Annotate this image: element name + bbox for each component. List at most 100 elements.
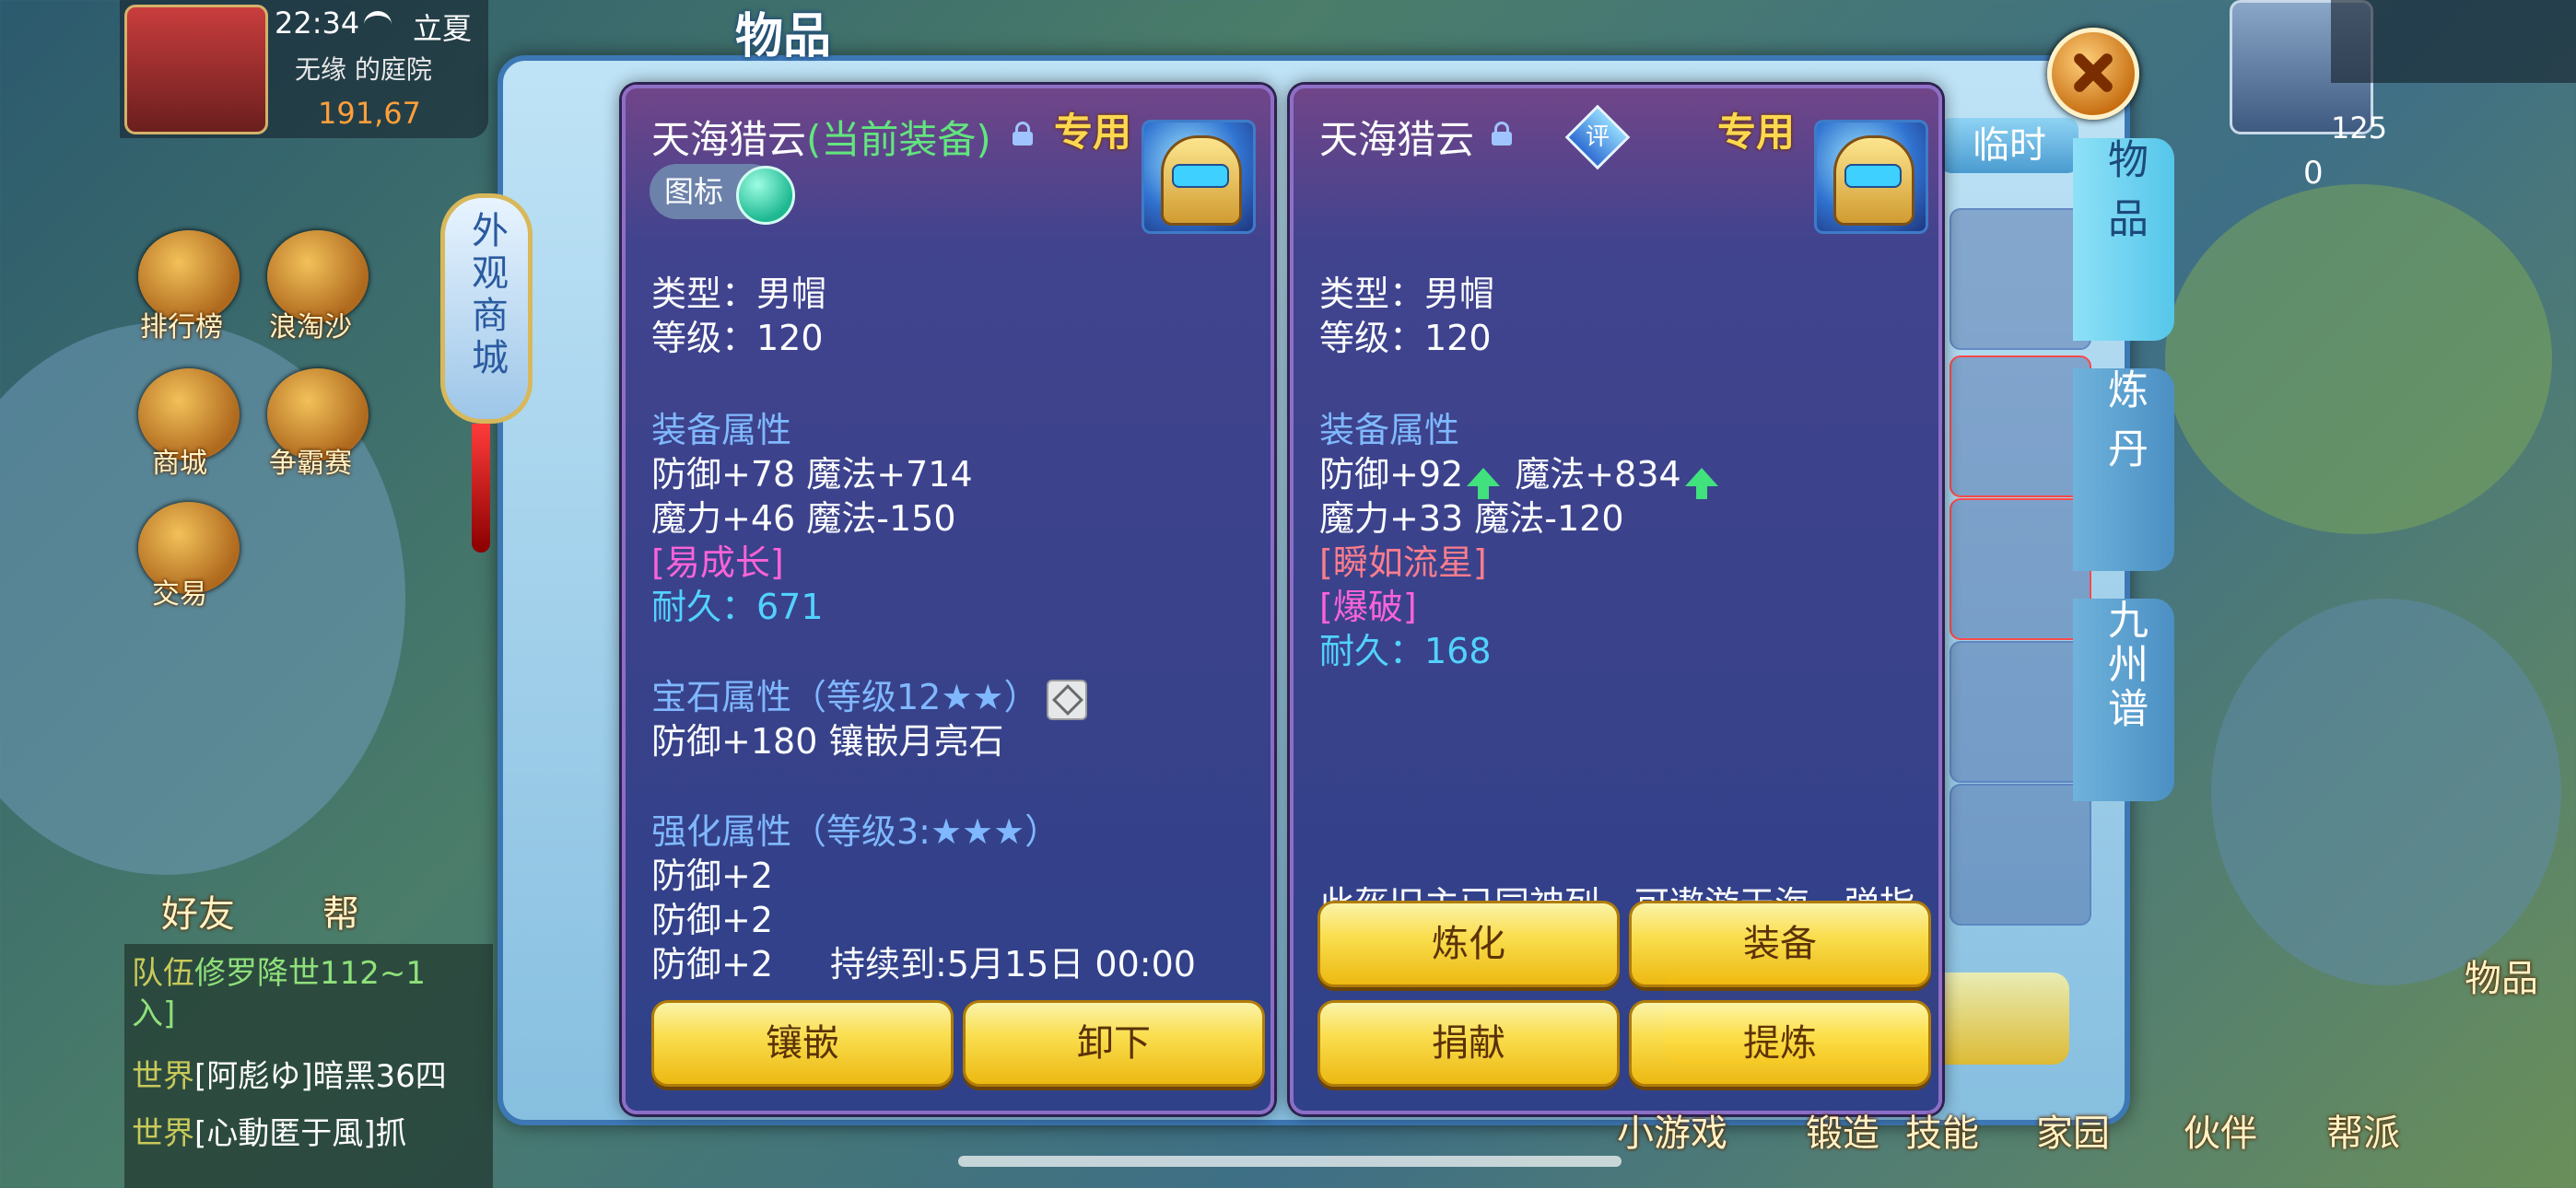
lock-icon	[1492, 122, 1512, 146]
place-name: 无缘 的庭院	[295, 54, 432, 85]
enhance-header: 强化属性（等级3:★★★）	[651, 811, 1060, 852]
skills-label[interactable]: 技能	[1905, 1103, 1979, 1157]
inventory-slot[interactable]	[1950, 498, 2091, 640]
donate-button[interactable]: 捐献	[1317, 1000, 1620, 1087]
attr-line: 魔力+46 魔法-150	[651, 498, 956, 539]
contest-label: 争霸赛	[269, 448, 352, 480]
helmet-icon	[1814, 120, 1928, 234]
helmet-icon	[1142, 120, 1256, 234]
wifi-icon	[364, 11, 392, 38]
tab-temp[interactable]: 临时	[1940, 118, 2078, 173]
attr-line: 防御+78 魔法+714	[651, 454, 973, 495]
shop-label: 商城	[152, 448, 207, 480]
status-time: 22:34	[275, 6, 360, 41]
skill-label: [爆破]	[1319, 587, 1417, 627]
arrow-up-icon	[1467, 467, 1501, 499]
enhance-line: 防御+2	[651, 900, 774, 940]
bg-decoration	[2165, 184, 2552, 534]
pet-level: 125	[2331, 111, 2388, 146]
player-avatar[interactable]	[124, 5, 268, 134]
item-type: 类型：男帽	[651, 274, 827, 314]
tab-alchemy-label: 炼丹	[2101, 368, 2148, 486]
items-label[interactable]: 物品	[2465, 949, 2538, 1002]
durability: 耐久：671	[651, 587, 824, 627]
tab-jiuzhou[interactable]: 九州谱	[2073, 599, 2174, 801]
rate-badge-label: 评	[1585, 123, 1610, 151]
equip-button[interactable]: 装备	[1629, 901, 1931, 987]
guild-label[interactable]: 帮	[322, 884, 359, 938]
attr-defense: 防御+92	[1319, 454, 1464, 495]
partner-label[interactable]: 伙伴	[2184, 1103, 2257, 1157]
home-label[interactable]: 家园	[2036, 1103, 2110, 1157]
gem-header: 宝石属性（等级12★★）	[651, 677, 1039, 717]
compare-item-title: 天海猎云	[1319, 117, 1475, 162]
icon-toggle-label: 图标	[664, 174, 724, 209]
inventory-slot[interactable]	[1950, 355, 2091, 497]
attr-line: 魔力+33 魔法-120	[1319, 498, 1624, 539]
attr-header: 装备属性	[1319, 410, 1460, 450]
enhance-line: 防御+2	[651, 856, 774, 896]
appearance-mall-label: 外观商城	[465, 211, 508, 380]
attr-magic: 魔法+834	[1515, 454, 1681, 495]
chat-text: 修罗降世112~1	[194, 955, 427, 992]
duration-text: 持续到:5月15日 00:00	[830, 944, 1196, 984]
item-type: 类型：男帽	[1319, 274, 1495, 314]
item-name: 天海猎云	[651, 117, 807, 162]
attr-header: 装备属性	[651, 410, 792, 450]
tab-items-label: 物品	[2101, 138, 2148, 256]
faction-label[interactable]: 帮派	[2326, 1103, 2400, 1157]
chat-channel: 世界	[132, 1115, 194, 1152]
gem-line: 防御+180 镶嵌月亮石	[651, 721, 1004, 762]
tab-jiuzhou-label: 九州谱	[2101, 599, 2148, 731]
forge-label[interactable]: 锻造	[1806, 1103, 1879, 1157]
lock-icon	[1013, 122, 1033, 146]
inventory-slot[interactable]	[1950, 208, 2091, 350]
tab-alchemy[interactable]: 炼丹	[2073, 368, 2174, 571]
minigame-label[interactable]: 小游戏	[1617, 1103, 1727, 1157]
home-indicator	[958, 1156, 1622, 1167]
tab-items[interactable]: 物品	[2073, 138, 2174, 341]
chat-text: 入]	[132, 996, 176, 1032]
appearance-mall-button[interactable]: 外观商城	[440, 193, 533, 424]
wave-sand-label: 浪淘沙	[269, 311, 352, 344]
durability: 耐久：168	[1319, 631, 1492, 671]
unequip-button[interactable]: 卸下	[963, 1000, 1265, 1087]
rate-badge[interactable]: 评	[1564, 104, 1631, 170]
extract-button[interactable]: 提炼	[1629, 1000, 1931, 1087]
special-label: 专用	[1717, 110, 1796, 155]
equipped-suffix: (当前装备)	[806, 117, 991, 162]
gem-icon	[1046, 679, 1087, 720]
equipped-item-title: 天海猎云(当前装备)	[651, 109, 991, 165]
chat-panel[interactable]: 队伍修罗降世112~1 入] 世界[阿彪ゆ]暗黑36四 世界[心動匿于風]抓	[124, 944, 493, 1188]
chat-text: [阿彪ゆ]暗黑36四	[194, 1058, 447, 1095]
chat-channel: 世界	[132, 1058, 194, 1095]
inlay-button[interactable]: 镶嵌	[651, 1000, 954, 1087]
inventory-slot[interactable]	[1950, 641, 2091, 783]
enhance-line: 防御+2	[651, 944, 774, 984]
inventory-slot[interactable]	[1950, 784, 2091, 926]
equipped-item-tooltip: 天海猎云(当前装备) 专用 图标 类型：男帽 等级：120 装备属性 防御+78…	[622, 85, 1274, 1114]
toggle-orb-icon[interactable]	[736, 166, 795, 225]
chat-channel: 队伍	[132, 955, 194, 992]
attr-line: 防御+92 魔法+834	[1319, 446, 1722, 499]
skill-label: [瞬如流星]	[1319, 542, 1487, 583]
pet-count: 0	[2303, 155, 2324, 192]
pet-bars	[2331, 0, 2576, 83]
skill-label: [易成长]	[651, 542, 784, 583]
window-title: 物品	[734, 9, 831, 64]
status-location: 立夏	[413, 11, 473, 46]
arrow-up-icon	[1684, 467, 1718, 499]
compare-item-tooltip: 天海猎云 评 专用 类型：男帽 等级：120 装备属性 防御+92 魔法+834…	[1290, 85, 1942, 1114]
close-button[interactable]	[2047, 28, 2139, 120]
chat-text: [心動匿于風]抓	[194, 1115, 407, 1152]
refine-button[interactable]: 炼化	[1317, 901, 1620, 987]
map-coords: 191,67	[318, 96, 421, 131]
item-level: 等级：120	[1319, 318, 1492, 358]
special-label: 专用	[1054, 110, 1132, 155]
ranking-label: 排行榜	[140, 311, 223, 344]
item-level: 等级：120	[651, 318, 824, 358]
bg-decoration	[2211, 599, 2561, 985]
friends-label[interactable]: 好友	[161, 884, 235, 938]
trade-label: 交易	[152, 578, 207, 611]
tassel-decoration	[472, 424, 490, 553]
